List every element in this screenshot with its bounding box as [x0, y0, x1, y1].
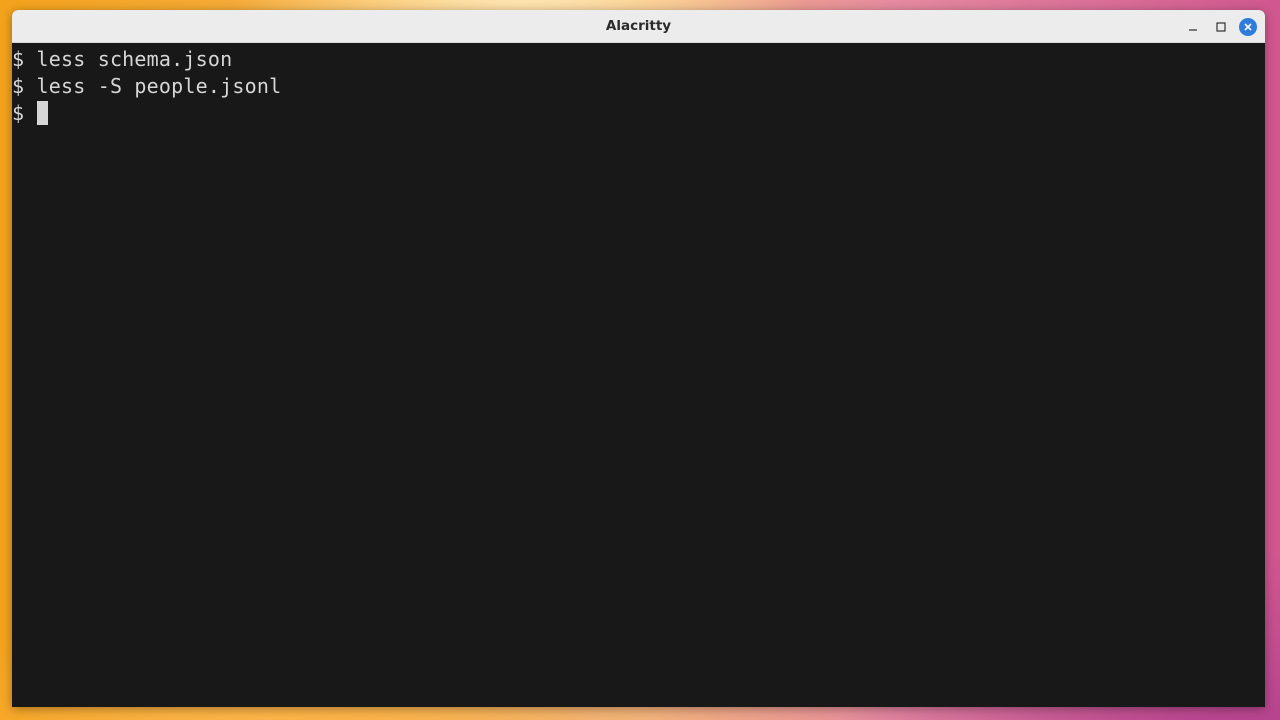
- maximize-icon: [1216, 22, 1226, 32]
- close-icon: [1244, 23, 1252, 31]
- terminal-line: $ less schema.json: [12, 46, 1265, 73]
- terminal-window: Alacritty $ less schema.json $ less -S p…: [12, 10, 1265, 707]
- terminal-input-line[interactable]: $: [12, 100, 1265, 127]
- command-text: less -S people.jsonl: [36, 74, 282, 98]
- window-controls: [1183, 17, 1257, 37]
- terminal-line: $ less -S people.jsonl: [12, 73, 1265, 100]
- maximize-button[interactable]: [1211, 17, 1231, 37]
- prompt: $: [12, 101, 25, 125]
- close-button[interactable]: [1239, 18, 1257, 36]
- title-bar[interactable]: Alacritty: [12, 10, 1265, 43]
- command-text: less schema.json: [36, 47, 233, 71]
- terminal-output[interactable]: $ less schema.json $ less -S people.json…: [12, 44, 1265, 707]
- minimize-button[interactable]: [1183, 17, 1203, 37]
- text-cursor: [36, 101, 48, 125]
- window-title: Alacritty: [605, 18, 672, 34]
- prompt: $: [12, 47, 25, 71]
- minimize-icon: [1189, 29, 1197, 31]
- prompt: $: [12, 74, 25, 98]
